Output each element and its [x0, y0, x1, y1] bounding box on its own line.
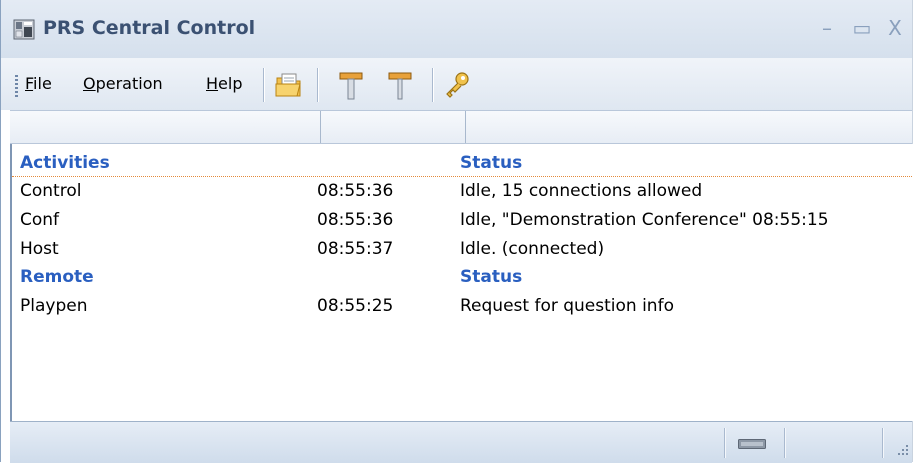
app-icon — [13, 19, 35, 40]
app-window: PRS Central Control – ▭ X File Operation… — [0, 0, 913, 463]
minimize-button[interactable]: – — [813, 16, 841, 40]
column-header-bar — [10, 110, 912, 144]
item-time: 08:55:36 — [317, 181, 394, 201]
column-header-activity[interactable] — [10, 111, 321, 143]
item-name: Host — [20, 239, 59, 259]
item-status: Idle. (connected) — [460, 239, 605, 259]
toolbar-separator — [263, 68, 265, 102]
menu-bar: File Operation Help — [1, 58, 912, 110]
status-divider — [724, 428, 726, 458]
menu-operation-label: peration — [95, 74, 163, 93]
item-name: Conf — [20, 210, 60, 230]
resize-grip-icon[interactable] — [895, 442, 909, 456]
title-bar[interactable]: PRS Central Control – ▭ X — [1, 0, 912, 58]
disconnect-icon[interactable] — [384, 68, 416, 102]
group-status-label: Status — [460, 153, 523, 173]
list-item[interactable]: Playpen 08:55:25 Request for question in… — [12, 293, 912, 319]
status-bar — [10, 421, 912, 463]
item-time: 08:55:37 — [317, 239, 394, 259]
group-header-activities: Activities Status — [12, 150, 912, 177]
status-divider — [784, 428, 786, 458]
window-title: PRS Central Control — [43, 17, 256, 39]
list-item[interactable]: Conf 08:55:36 Idle, "Demonstration Confe… — [12, 207, 912, 233]
key-icon[interactable] — [441, 68, 473, 102]
list-item[interactable]: Control 08:55:36 Idle, 15 connections al… — [12, 178, 912, 204]
menu-file-mnemonic: F — [25, 74, 34, 93]
close-button[interactable]: X — [881, 16, 909, 40]
menu-operation[interactable]: Operation — [83, 74, 163, 93]
connect-icon[interactable] — [335, 68, 367, 102]
column-header-time[interactable] — [321, 111, 466, 143]
item-status: Idle, "Demonstration Conference" 08:55:1… — [460, 210, 829, 230]
list-item[interactable]: Host 08:55:37 Idle. (connected) — [12, 236, 912, 262]
menu-file[interactable]: File — [25, 74, 52, 93]
item-time: 08:55:25 — [317, 296, 394, 316]
menu-file-label: ile — [33, 74, 52, 93]
menu-help-mnemonic: H — [206, 74, 219, 93]
toolbar-grip[interactable] — [15, 75, 18, 97]
group-label: Activities — [20, 153, 110, 173]
item-name: Playpen — [20, 296, 88, 316]
open-folder-icon[interactable] — [273, 68, 305, 102]
toolbar-separator — [317, 68, 319, 102]
group-status-label: Status — [460, 267, 523, 287]
menu-help[interactable]: Help — [206, 74, 242, 93]
toolbar-separator — [432, 68, 434, 102]
keyboard-icon — [738, 439, 766, 449]
item-time: 08:55:36 — [317, 210, 394, 230]
item-status: Idle, 15 connections allowed — [460, 181, 703, 201]
menu-help-label: elp — [218, 74, 243, 93]
item-name: Control — [20, 181, 82, 201]
item-status: Request for question info — [460, 296, 674, 316]
group-label: Remote — [20, 267, 94, 287]
group-header-remote: Remote Status — [12, 264, 912, 290]
status-divider — [882, 428, 884, 458]
activity-list[interactable]: Activities Status Control 08:55:36 Idle,… — [10, 144, 913, 421]
maximize-button[interactable]: ▭ — [848, 16, 876, 40]
menu-operation-mnemonic: O — [83, 74, 96, 93]
